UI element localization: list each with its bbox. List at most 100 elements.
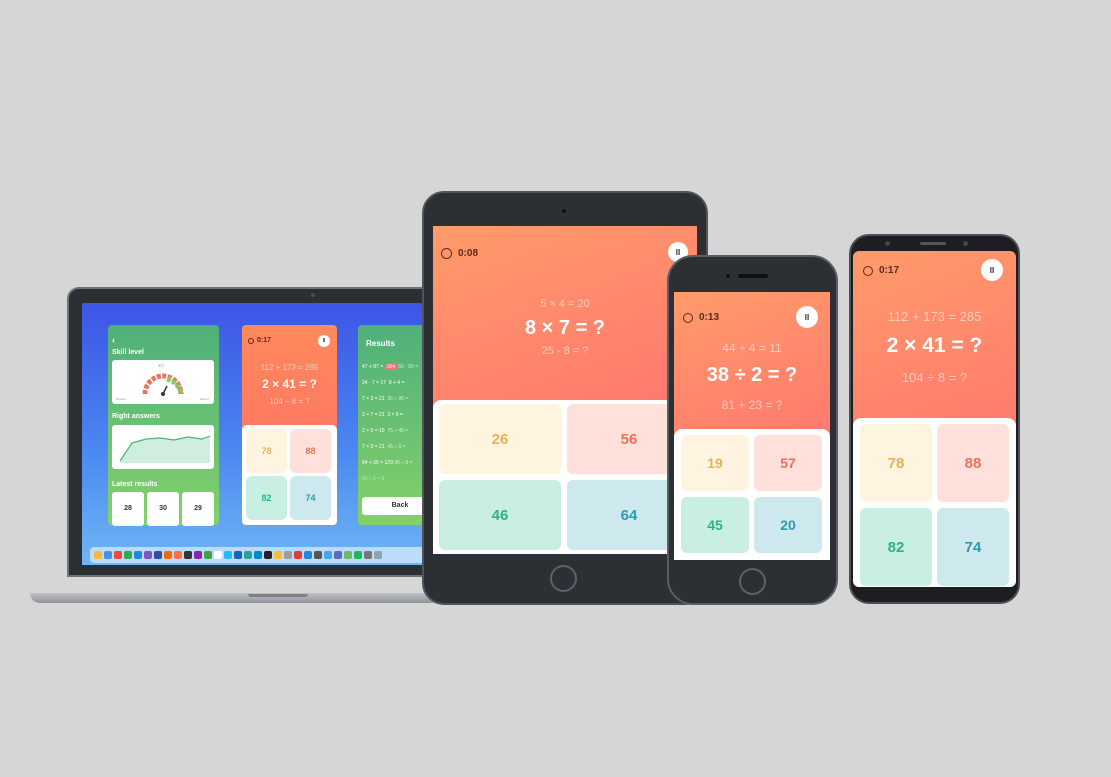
dock-app-icon[interactable] [284, 551, 292, 559]
right-answers-chart [112, 425, 214, 469]
dock-app-icon[interactable] [224, 551, 232, 559]
skill-panel: ‹ Skill level 327 Newbie Expert Right an… [108, 325, 219, 526]
previous-equation: 112 + 173 = 285 [887, 309, 982, 324]
dock-app-icon[interactable] [124, 551, 132, 559]
answer-button[interactable]: 20 [754, 497, 822, 553]
laptop-notch [248, 594, 308, 597]
answer-button[interactable]: 74 [937, 508, 1009, 586]
latest-results-title: Latest results [112, 481, 158, 488]
dock-app-icon[interactable] [254, 551, 262, 559]
current-equation: 8 × 7 = ? [524, 317, 606, 339]
dock-app-icon[interactable] [104, 551, 112, 559]
answer-button[interactable]: 78 [246, 429, 287, 473]
dock-app-icon[interactable] [184, 551, 192, 559]
pause-button[interactable]: II [318, 335, 330, 347]
next-equation: 81 + 23 = ? [721, 398, 783, 412]
dock-app-icon[interactable] [364, 551, 372, 559]
android-camera [963, 241, 968, 246]
laptop-base [30, 593, 440, 603]
timer-icon [441, 248, 452, 259]
answer-button[interactable]: 45 [681, 497, 749, 553]
answer-button[interactable]: 19 [681, 435, 749, 491]
dock-app-icon[interactable] [114, 551, 122, 559]
next-equation: 25 - 8 = ? [541, 345, 589, 357]
dock-app-icon[interactable] [344, 551, 352, 559]
right-answers-title: Right answers [112, 413, 160, 420]
dock-app-icon[interactable] [294, 551, 302, 559]
dock-app-icon[interactable] [374, 551, 382, 559]
pause-button[interactable]: II [981, 259, 1003, 281]
next-equation: 104 ÷ 8 = ? [901, 370, 968, 385]
answer-button[interactable]: 26 [439, 404, 561, 474]
results-title: Results [366, 339, 395, 348]
dock-app-icon[interactable] [324, 551, 332, 559]
android-screen: 0:17 II 112 + 173 = 285 2 × 41 = ? 104 ÷… [853, 251, 1016, 587]
dock-app-icon[interactable] [204, 551, 212, 559]
previous-equation: 5 × 4 = 20 [540, 298, 590, 310]
answer-button[interactable]: 78 [860, 424, 932, 502]
laptop-timer: 0:17 [248, 337, 271, 344]
dock-app-icon[interactable] [314, 551, 322, 559]
answer-button[interactable]: 74 [290, 476, 331, 520]
answer-button[interactable]: 88 [937, 424, 1009, 502]
previous-equation: 44 ÷ 4 = 11 [722, 341, 782, 355]
iphone-home-button[interactable] [739, 568, 766, 595]
iphone-answer-grid: 19 57 45 20 [674, 429, 830, 560]
laptop-game-panel: 0:17 II 112 + 173 = 285 2 × 41 = ? 104 ÷… [242, 325, 337, 525]
pause-button[interactable]: II [796, 306, 818, 328]
iphone-screen: 0:13 II 44 ÷ 4 = 11 38 ÷ 2 = ? 81 + 23 =… [674, 292, 830, 560]
dock-app-icon[interactable] [264, 551, 272, 559]
answer-button[interactable]: 88 [290, 429, 331, 473]
dock-app-icon[interactable] [274, 551, 282, 559]
dock-app-icon[interactable] [194, 551, 202, 559]
answer-button[interactable]: 57 [754, 435, 822, 491]
laptop-screen: ‹ Skill level 327 Newbie Expert Right an… [82, 303, 432, 565]
laptop-answer-grid: 78 88 82 74 [242, 425, 337, 525]
answer-button[interactable]: 46 [439, 480, 561, 550]
skill-gauge-card: 327 Newbie Expert [112, 360, 214, 404]
dock-app-icon[interactable] [354, 551, 362, 559]
gauge-min-label: Newbie [116, 397, 127, 401]
iphone-camera [726, 274, 730, 278]
dock-app-icon[interactable] [244, 551, 252, 559]
dock-app-icon[interactable] [304, 551, 312, 559]
next-equation: 104 ÷ 8 = ? [269, 397, 310, 406]
ipad-screen: 0:08 II 5 × 4 = 20 8 × 7 = ? 25 - 8 = ? … [433, 226, 697, 554]
iphone-timer-value: 0:13 [699, 312, 720, 323]
dock-app-icon[interactable] [234, 551, 242, 559]
current-equation: 2 × 41 = ? [262, 377, 317, 391]
dock-app-icon[interactable] [334, 551, 342, 559]
latest-result-2[interactable]: 30 [147, 492, 179, 526]
gauge-max-label: Expert [200, 397, 209, 401]
gauge-value: 327 [158, 363, 165, 368]
android-sensor [885, 241, 890, 246]
dock-app-icon[interactable] [174, 551, 182, 559]
timer-icon [683, 312, 693, 323]
android-answer-grid: 78 88 82 74 [853, 418, 1016, 587]
skill-level-title: Skill level [112, 349, 144, 356]
latest-result-1[interactable]: 28 [112, 492, 144, 526]
dock-app-icon[interactable] [164, 551, 172, 559]
android-timer: 0:17 [863, 265, 899, 276]
android-timer-value: 0:17 [879, 265, 900, 276]
iphone-speaker [738, 274, 768, 278]
answer-button[interactable]: 82 [246, 476, 287, 520]
current-equation: 38 ÷ 2 = ? [706, 364, 798, 386]
dock-app-icon[interactable] [144, 551, 152, 559]
dock-app-icon[interactable] [134, 551, 142, 559]
android-speaker [920, 242, 946, 245]
dock-app-icon[interactable] [94, 551, 102, 559]
latest-result-3[interactable]: 29 [182, 492, 214, 526]
dock-app-icon[interactable] [214, 551, 222, 559]
ipad-answer-grid: 26 56 46 64 [433, 400, 697, 554]
timer-icon [248, 337, 254, 344]
macos-dock [90, 547, 426, 563]
previous-equation: 112 + 173 = 285 [260, 363, 319, 372]
back-icon[interactable]: ‹ [112, 335, 115, 345]
laptop-camera [311, 293, 315, 297]
answer-button[interactable]: 82 [860, 508, 932, 586]
ipad-home-button[interactable] [550, 565, 577, 592]
dock-app-icon[interactable] [154, 551, 162, 559]
ipad-timer-value: 0:08 [458, 248, 479, 259]
laptop-timer-value: 0:17 [257, 337, 272, 344]
